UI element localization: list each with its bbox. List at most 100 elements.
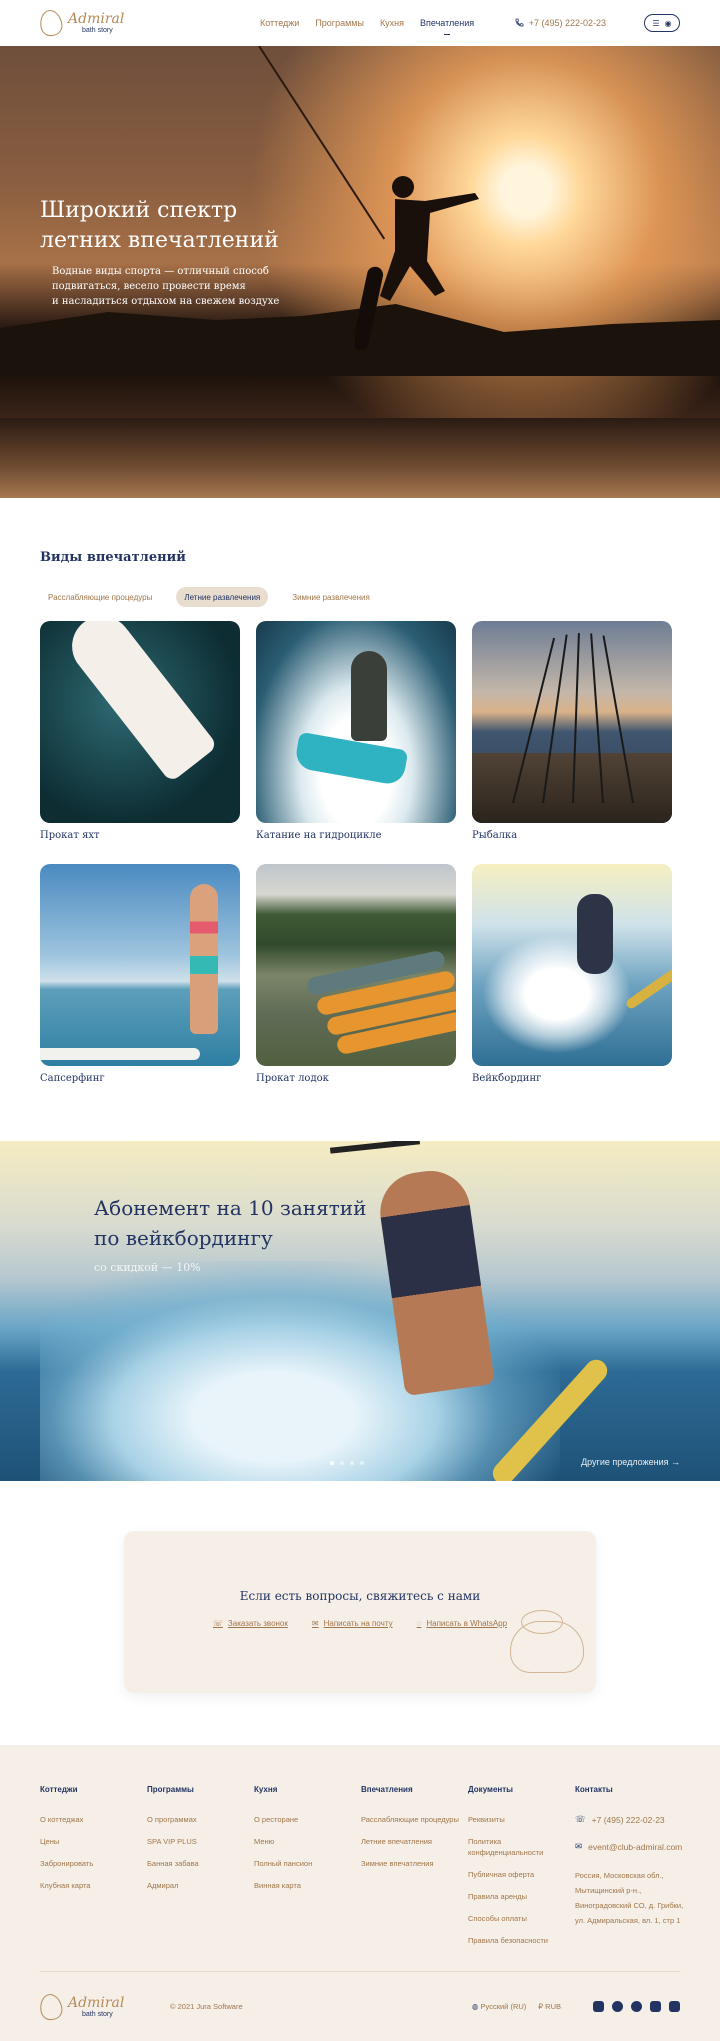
tab-summer[interactable]: Летние развлечения bbox=[176, 587, 269, 607]
footer-link[interactable]: Правила аренды bbox=[468, 1891, 575, 1902]
whatsapp-icon[interactable] bbox=[612, 2001, 623, 2012]
menu-account-toggle[interactable]: ☰ ◉ bbox=[644, 14, 680, 32]
logo-subtitle: bath story bbox=[82, 2010, 113, 2018]
instagram-icon[interactable] bbox=[593, 2001, 604, 2012]
nav-item-experiences[interactable]: Впечатления bbox=[420, 18, 474, 28]
copyright: © 2021 Jura Software bbox=[170, 2002, 243, 2011]
footer-phone[interactable]: ☏ +7 (495) 222-02-23 bbox=[575, 1814, 685, 1825]
phone-icon: ☏ bbox=[575, 1814, 586, 1824]
carousel-dot[interactable] bbox=[360, 1461, 364, 1465]
footer-link[interactable]: Расслабляющие процедуры bbox=[361, 1814, 468, 1825]
footer-link[interactable]: О ресторане bbox=[254, 1814, 361, 1825]
footer-columns: Коттеджи О коттеджах Цены Забронировать … bbox=[40, 1785, 683, 1957]
footer-link[interactable]: Адмирал bbox=[147, 1880, 254, 1891]
nav-item-cottages[interactable]: Коттеджи bbox=[260, 18, 299, 28]
footer-link[interactable]: Банная забава bbox=[147, 1858, 254, 1869]
footer-link[interactable]: О программах bbox=[147, 1814, 254, 1825]
contact-card: Если есть вопросы, свяжитесь с нами ☏ Зак… bbox=[124, 1531, 596, 1693]
experience-card-fishing[interactable]: Рыбалка bbox=[472, 621, 672, 848]
logo-drop-icon bbox=[37, 8, 65, 38]
footer-link[interactable]: О коттеджах bbox=[40, 1814, 147, 1825]
footer-col-title: Документы bbox=[468, 1785, 513, 1794]
write-whatsapp-link[interactable]: ◌ Написать в WhatsApp bbox=[417, 1619, 508, 1628]
footer-link[interactable]: SPA VIP PLUS bbox=[147, 1836, 254, 1847]
tab-relaxing[interactable]: Расслабляющие процедуры bbox=[40, 587, 160, 607]
footer-link[interactable]: Меню bbox=[254, 1836, 361, 1847]
footer-col-documents: Документы Реквизиты Политика конфиденциа… bbox=[468, 1785, 575, 1957]
section-title: Виды впечатлений bbox=[40, 550, 186, 565]
footer-col-title: Коттеджи bbox=[40, 1785, 78, 1794]
footer-col-title: Впечатления bbox=[361, 1785, 413, 1794]
nav-item-programs[interactable]: Программы bbox=[315, 18, 364, 28]
experience-grid: Прокат яхт Катание на гидроцикле Рыбалка… bbox=[40, 621, 680, 1091]
menu-icon: ☰ bbox=[652, 18, 660, 28]
footer-settings: ◍ Русский (RU) ₽ RUB bbox=[472, 2001, 680, 2012]
footer-link[interactable]: Публичная оферта bbox=[468, 1869, 575, 1880]
carousel-dot[interactable] bbox=[330, 1461, 334, 1465]
carousel-dot[interactable] bbox=[340, 1461, 344, 1465]
footer-logo[interactable]: Admiral bath story bbox=[37, 1991, 160, 2022]
language-select[interactable]: ◍ Русский (RU) bbox=[472, 2002, 526, 2011]
footer-col-title: Программы bbox=[147, 1785, 194, 1794]
logo-drop-icon bbox=[37, 1991, 65, 2022]
footer-col-contacts: Контакты ☏ +7 (495) 222-02-23 ✉ event@cl… bbox=[575, 1785, 685, 1957]
experiences-section: Виды впечатлений Расслабляющие процедуры… bbox=[0, 498, 720, 1091]
main-nav: Коттеджи Программы Кухня Впечатления bbox=[260, 18, 474, 28]
experience-card-yacht[interactable]: Прокат яхт bbox=[40, 621, 240, 848]
social-links bbox=[593, 2001, 680, 2012]
sup-image bbox=[40, 864, 240, 1066]
phone-number: +7 (495) 222-02-23 bbox=[528, 18, 606, 28]
promo-title: Абонемент на 10 занятий по вейкбордингу bbox=[94, 1196, 367, 1250]
bath-doodle-icon bbox=[510, 1610, 584, 1673]
tab-winter[interactable]: Зимние развлечения bbox=[284, 587, 378, 607]
facebook-icon[interactable] bbox=[650, 2001, 661, 2012]
experience-card-sup[interactable]: Сапсерфинг bbox=[40, 864, 240, 1091]
mail-icon: ✉ bbox=[311, 1619, 319, 1628]
yacht-image bbox=[40, 621, 240, 823]
footer-link[interactable]: Зимние впечатления bbox=[361, 1858, 468, 1869]
footer-col-title: Кухня bbox=[254, 1785, 278, 1794]
other-offers-link[interactable]: Другие предложения → bbox=[581, 1457, 680, 1467]
experience-card-wakeboard[interactable]: Вейкбординг bbox=[472, 864, 672, 1091]
footer-col-kitchen: Кухня О ресторане Меню Полный пансион Ви… bbox=[254, 1785, 361, 1957]
logo-name: Admiral bbox=[68, 11, 125, 27]
jetski-image bbox=[256, 621, 456, 823]
telegram-icon[interactable] bbox=[631, 2001, 642, 2012]
footer-link[interactable]: Цены bbox=[40, 1836, 147, 1847]
request-call-link[interactable]: ☏ Заказать звонок bbox=[213, 1619, 288, 1628]
header-phone[interactable]: +7 (495) 222-02-23 bbox=[514, 18, 606, 28]
footer-address: Россия, Московская обл., Мытищинский р-н… bbox=[575, 1871, 684, 1925]
footer-link[interactable]: Реквизиты bbox=[468, 1814, 575, 1825]
footer-link[interactable]: Правила безопасности bbox=[468, 1935, 575, 1946]
footer-link[interactable]: Винная карта bbox=[254, 1880, 361, 1891]
mail-icon: ✉ bbox=[575, 1841, 583, 1851]
phone-icon bbox=[515, 18, 524, 27]
kite-bar bbox=[329, 1141, 421, 1154]
hero-wakeboarder-silhouette bbox=[355, 176, 479, 351]
wakeboard-image bbox=[472, 864, 672, 1066]
footer-link[interactable]: Полный пансион bbox=[254, 1858, 361, 1869]
footer-link[interactable]: Летние впечатления bbox=[361, 1836, 468, 1847]
nav-item-kitchen[interactable]: Кухня bbox=[380, 18, 404, 28]
logo[interactable]: Admiral bath story bbox=[37, 8, 160, 38]
carousel-dot[interactable] bbox=[350, 1461, 354, 1465]
footer-email[interactable]: ✉ event@club-admiral.com bbox=[575, 1841, 685, 1852]
vk-icon[interactable] bbox=[669, 2001, 680, 2012]
footer-col-experiences: Впечатления Расслабляющие процедуры Летн… bbox=[361, 1785, 468, 1957]
hero-water bbox=[0, 418, 720, 498]
footer-link[interactable]: Забронировать bbox=[40, 1858, 147, 1869]
promo-banner[interactable]: Абонемент на 10 занятий по вейкбордингу с… bbox=[0, 1141, 720, 1481]
experience-card-boats[interactable]: Прокат лодок bbox=[256, 864, 456, 1091]
card-title: Катание на гидроцикле bbox=[256, 830, 382, 841]
hero-title: Широкий спектр летних впечатлений bbox=[40, 198, 279, 253]
hero-text: Водные виды спорта — отличный способ подв… bbox=[52, 266, 280, 307]
footer-link[interactable]: Клубная карта bbox=[40, 1880, 147, 1891]
experience-card-jetski[interactable]: Катание на гидроцикле bbox=[256, 621, 456, 848]
currency-select[interactable]: ₽ RUB bbox=[538, 2002, 561, 2011]
write-email-link[interactable]: ✉ Написать на почту bbox=[312, 1619, 393, 1628]
footer-link[interactable]: Политика конфиденциальности bbox=[468, 1836, 575, 1858]
logo-name: Admiral bbox=[68, 1994, 125, 2011]
contact-title: Если есть вопросы, свяжитесь с нами bbox=[239, 1589, 481, 1603]
carousel-dots bbox=[330, 1461, 364, 1465]
footer-link[interactable]: Способы оплаты bbox=[468, 1913, 575, 1924]
